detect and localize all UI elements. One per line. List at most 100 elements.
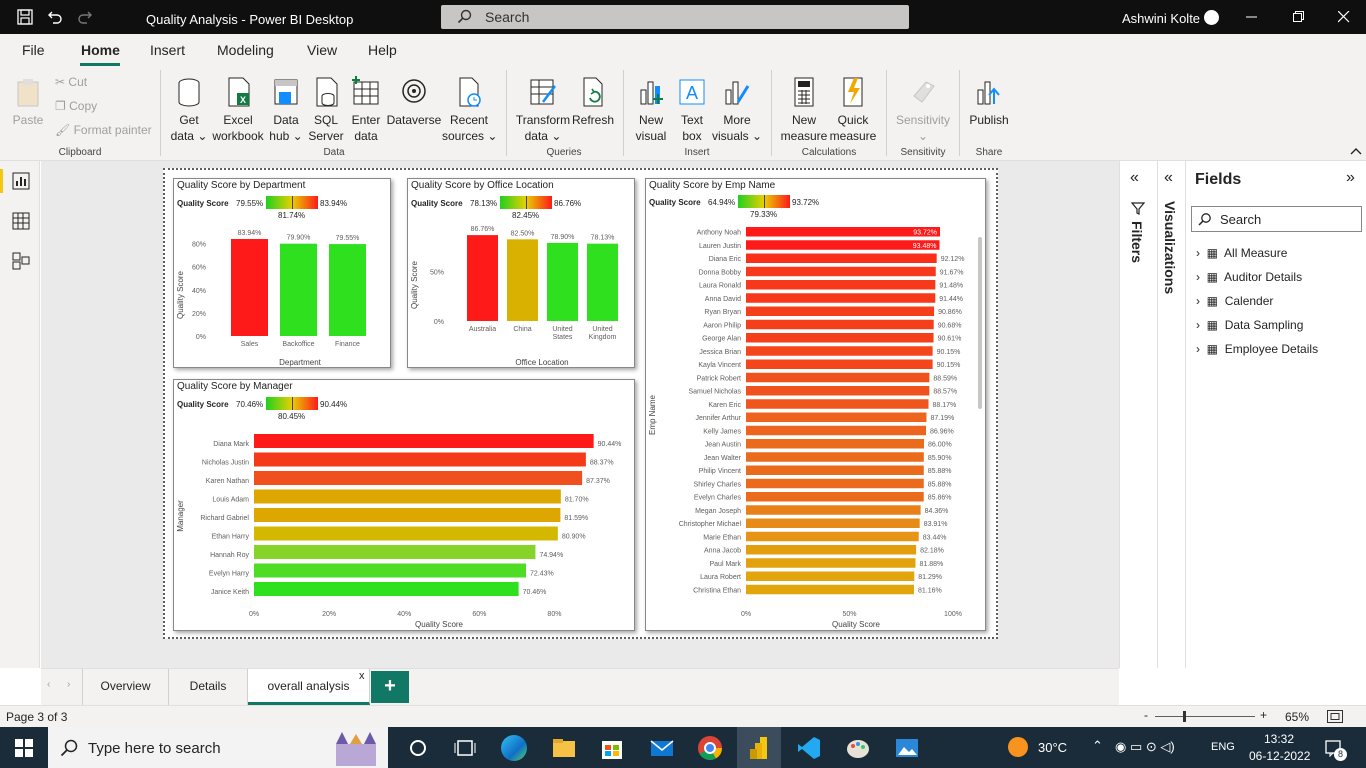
collapse-fields-icon[interactable]: »: [1346, 169, 1355, 187]
dataverse-button[interactable]: Dataverse: [386, 76, 442, 128]
new-measure-button[interactable]: New measure: [780, 76, 828, 144]
fit-to-page-icon[interactable]: [1327, 710, 1343, 723]
sql-server-button[interactable]: SQL Server: [306, 76, 346, 144]
chrome-icon[interactable]: [697, 735, 723, 761]
chevron-right-icon: ›: [1196, 318, 1200, 332]
menu-view[interactable]: View: [307, 42, 337, 58]
paste-label: Paste: [12, 113, 44, 127]
bar: [254, 526, 558, 541]
tab-overall-analysis[interactable]: overall analysis x: [248, 669, 370, 705]
new-visual-button[interactable]: New visual: [630, 76, 672, 144]
menu-modeling[interactable]: Modeling: [217, 42, 274, 58]
taskbar-search-box[interactable]: Type here to search: [48, 727, 388, 768]
collapse-ribbon-icon[interactable]: [1350, 146, 1362, 156]
data-label: 83.91%: [924, 521, 948, 528]
zoom-in-button[interactable]: +: [1260, 708, 1267, 722]
data-hub-button[interactable]: Data hub ⌄: [266, 76, 306, 144]
data-hub-label-1: Data: [273, 113, 299, 127]
clock-time[interactable]: 13:32: [1264, 732, 1294, 746]
transform-data-button[interactable]: Transform data ⌄: [514, 76, 572, 144]
menu-help[interactable]: Help: [368, 42, 397, 58]
data-label: 91.44%: [939, 296, 963, 303]
redo-icon[interactable]: [77, 9, 93, 25]
file-explorer-icon[interactable]: [551, 735, 577, 761]
excel-workbook-button[interactable]: X Excel workbook: [210, 76, 266, 144]
cut-button[interactable]: ✂ Cut: [55, 75, 87, 89]
restore-icon[interactable]: [1293, 11, 1305, 23]
more-visuals-button[interactable]: More visuals ⌄: [712, 76, 762, 144]
zoom-out-button[interactable]: -: [1144, 708, 1148, 722]
visualizations-pane-collapsed[interactable]: « Visualizations: [1157, 161, 1185, 668]
refresh-button[interactable]: Refresh: [572, 76, 614, 128]
format-painter-button[interactable]: 🖌 Format painter: [55, 123, 152, 137]
insert-group-label: Insert: [684, 147, 710, 158]
prev-page-icon[interactable]: ‹: [47, 679, 50, 690]
weather-icon[interactable]: [1008, 737, 1028, 757]
filters-pane-collapsed[interactable]: « Filters: [1119, 161, 1157, 668]
paste-button[interactable]: Paste: [10, 76, 46, 128]
close-icon[interactable]: [1338, 11, 1350, 23]
sensitivity-button[interactable]: Sensitivity ⌄: [893, 76, 953, 144]
tab-details[interactable]: Details: [169, 669, 248, 705]
paint-icon[interactable]: [845, 735, 871, 761]
language-indicator[interactable]: ENG: [1211, 741, 1235, 753]
copy-button[interactable]: ❐ Copy: [55, 99, 97, 113]
close-tab-icon[interactable]: x: [359, 659, 365, 693]
power-bi-icon[interactable]: [746, 735, 772, 761]
fields-search-input[interactable]: Search: [1191, 206, 1362, 232]
publish-button[interactable]: Publish: [967, 76, 1011, 128]
minimize-icon[interactable]: [1246, 11, 1258, 23]
field-table-employee-details[interactable]: › ▦ Employee Details: [1196, 342, 1318, 356]
photos-icon[interactable]: [894, 735, 920, 761]
department-visual[interactable]: Quality Score by Department Quality Scor…: [173, 178, 391, 368]
enter-data-button[interactable]: Enter data: [347, 76, 385, 144]
system-tray-icons[interactable]: ◉ ▭ ⊙ ◁): [1115, 739, 1175, 755]
expand-visualizations-icon[interactable]: «: [1164, 169, 1173, 187]
text-box-button[interactable]: A Text box: [673, 76, 711, 144]
field-table-data-sampling[interactable]: › ▦ Data Sampling: [1196, 318, 1303, 332]
title-search-box[interactable]: Search: [441, 5, 909, 29]
data-label: 83.44%: [923, 534, 947, 541]
get-data-button[interactable]: Get data ⌄: [168, 76, 210, 144]
save-icon[interactable]: [17, 9, 33, 25]
microsoft-store-icon[interactable]: [599, 735, 625, 761]
report-view-icon[interactable]: [12, 172, 30, 190]
add-page-button[interactable]: +: [371, 671, 409, 703]
office-location-visual[interactable]: Quality Score by Office Location Quality…: [407, 178, 635, 368]
kpi-min: 79.55%: [236, 199, 264, 208]
category-label: Marie Ethan: [703, 534, 741, 541]
task-view-icon[interactable]: [452, 735, 478, 761]
edge-icon[interactable]: [501, 735, 527, 761]
field-table-all-measure[interactable]: › ▦ All Measure: [1196, 246, 1287, 260]
data-view-icon[interactable]: [12, 212, 30, 230]
menu-insert[interactable]: Insert: [150, 42, 185, 58]
clock-date[interactable]: 06-12-2022: [1249, 749, 1310, 763]
tab-overview[interactable]: Overview: [82, 669, 169, 705]
weather-temp[interactable]: 30°C: [1038, 740, 1067, 755]
vs-code-icon[interactable]: [796, 735, 822, 761]
field-table-auditor-details[interactable]: › ▦ Auditor Details: [1196, 270, 1302, 284]
cortana-icon[interactable]: [405, 735, 431, 761]
taskbar-search-placeholder: Type here to search: [88, 740, 221, 757]
undo-icon[interactable]: [47, 9, 63, 25]
model-view-icon[interactable]: [12, 252, 30, 270]
mail-icon[interactable]: [649, 735, 675, 761]
category-label: George Alan: [702, 336, 741, 343]
quick-measure-button[interactable]: Quick measure: [828, 76, 878, 144]
emp-name-visual[interactable]: Quality Score by Emp Name Quality Score …: [645, 178, 986, 631]
field-table-calender[interactable]: › ▦ Calender: [1196, 294, 1273, 308]
avatar[interactable]: [1204, 10, 1219, 25]
table-icon: ▦: [1206, 318, 1219, 332]
text-box-icon: A: [679, 79, 705, 105]
recent-sources-button[interactable]: Recent sources ⌄: [442, 76, 497, 144]
chevron-up-icon[interactable]: ⌃: [1092, 738, 1103, 754]
menu-home[interactable]: Home: [81, 42, 120, 58]
zoom-slider[interactable]: [1155, 716, 1255, 717]
zoom-slider-thumb[interactable]: [1183, 711, 1186, 722]
windows-start-icon[interactable]: [15, 739, 33, 757]
manager-visual[interactable]: Quality Score by Manager Quality Score 7…: [173, 379, 635, 631]
next-page-icon[interactable]: ›: [67, 679, 70, 690]
user-name[interactable]: Ashwini Kolte: [1122, 11, 1200, 26]
expand-filters-icon[interactable]: «: [1130, 169, 1139, 187]
menu-file[interactable]: File: [22, 42, 45, 58]
